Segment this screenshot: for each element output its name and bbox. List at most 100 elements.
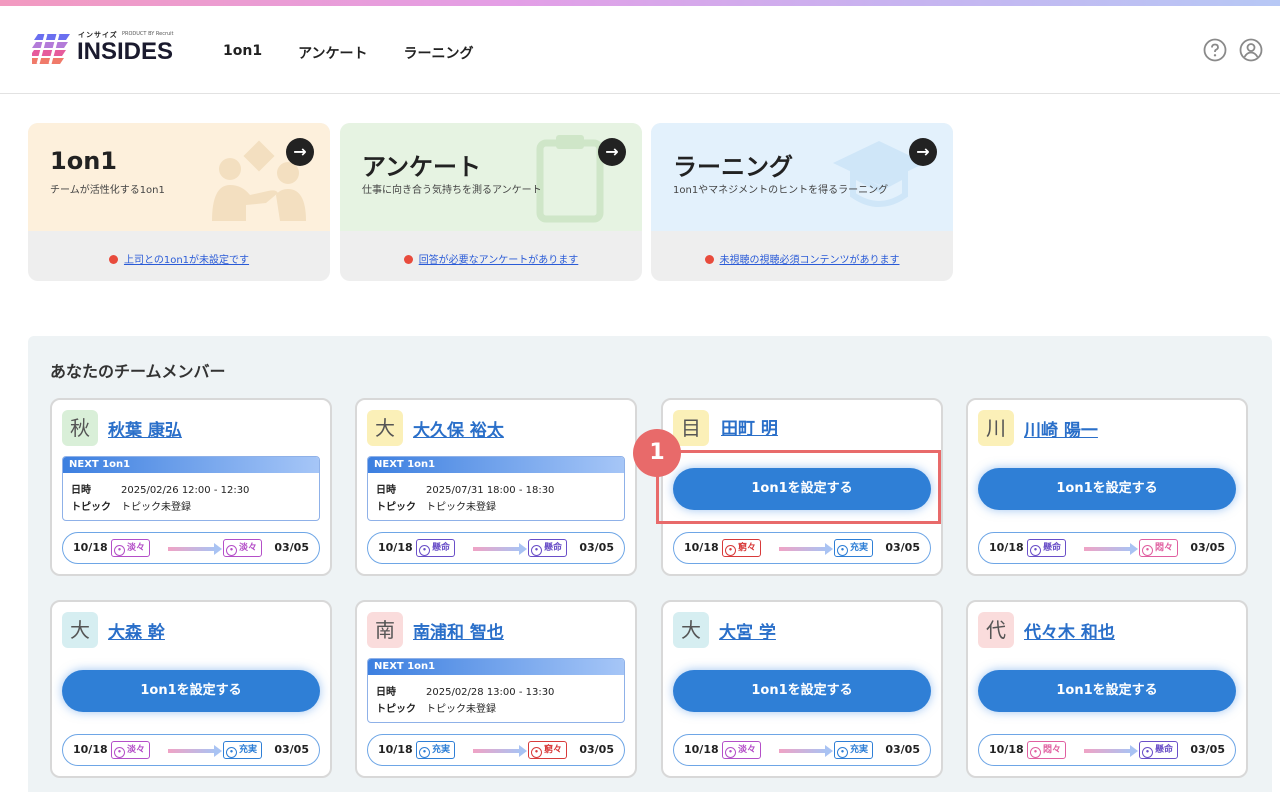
feature-card-body: ラーニング 1on1やマネジメントのヒントを得るラーニング → xyxy=(651,123,953,231)
face-worried-icon: • xyxy=(1030,747,1041,758)
topic-value: トピック未登録 xyxy=(426,704,496,715)
set-1on1-button[interactable]: 1on1を設定する xyxy=(673,670,931,712)
mood-trend[interactable]: 10/18 • 悶々 • 懸命 03/05 xyxy=(978,734,1236,766)
member-name-link[interactable]: 大宮 学 xyxy=(719,618,776,643)
feature-title: 1on1 xyxy=(50,147,117,175)
mood-to-date: 03/05 xyxy=(1190,541,1225,554)
avatar: 代 xyxy=(978,612,1014,648)
feature-notice-link[interactable]: 未視聴の視聴必須コンテンツがあります xyxy=(704,251,900,266)
mood-trend[interactable]: 10/18 • 充実 • 窮々 03/05 xyxy=(367,734,625,766)
member-card: 大 大久保 裕太 NEXT 1on1 日時 2025/07/31 18:00 - … xyxy=(355,398,637,576)
logo-wordmark: INSIDES xyxy=(77,38,174,65)
mood-badge-from: • 淡々 xyxy=(722,741,762,759)
face-smile-icon: • xyxy=(419,545,430,556)
avatar: 目 xyxy=(673,410,709,446)
mood-badge-to: • 悶々 xyxy=(1139,539,1179,557)
next-1on1-box[interactable]: NEXT 1on1 日時 2025/02/28 13:00 - 13:30 トピッ… xyxy=(367,658,625,723)
member-name-link[interactable]: 南浦和 智也 xyxy=(413,618,504,643)
date-label: 日時 xyxy=(376,485,396,496)
feature-card-body: 1on1 チームが活性化する1on1 → xyxy=(28,123,330,231)
trend-arrow-bar xyxy=(1084,749,1132,753)
trend-arrow-icon xyxy=(214,745,222,757)
mood-badge-from: • 懸命 xyxy=(1027,539,1067,557)
next-topic-row: トピック トピック未登録 xyxy=(376,498,496,513)
mood-badge-from: • 充実 xyxy=(416,741,456,759)
member-name-link[interactable]: 大森 幹 xyxy=(108,618,165,643)
set-1on1-button[interactable]: 1on1を設定する xyxy=(62,670,320,712)
mood-from-date: 10/18 xyxy=(989,743,1024,756)
feature-desc: 1on1やマネジメントのヒントを得るラーニング xyxy=(673,185,889,196)
mood-badge-to: • 懸命 xyxy=(528,539,568,557)
mood-badge-to: • 充実 xyxy=(223,741,263,759)
face-smile-icon: • xyxy=(531,545,542,556)
user-circle-icon[interactable] xyxy=(1239,38,1263,62)
mood-trend[interactable]: 10/18 • 淡々 • 充実 03/05 xyxy=(62,734,320,766)
face-neutral-icon: • xyxy=(114,545,125,556)
set-1on1-button[interactable]: 1on1を設定する xyxy=(978,468,1236,510)
face-happy-icon: • xyxy=(419,747,430,758)
trend-arrow-bar xyxy=(168,547,216,551)
next-date-row: 日時 2025/02/26 12:00 - 12:30 xyxy=(71,481,249,496)
nav-survey[interactable]: アンケート xyxy=(298,43,367,63)
feature-card-1on1[interactable]: 1on1 チームが活性化する1on1 → 上司との1on1が未設定です xyxy=(28,123,330,281)
next-1on1-box[interactable]: NEXT 1on1 日時 2025/07/31 18:00 - 18:30 トピッ… xyxy=(367,456,625,521)
highlight-frame xyxy=(656,450,941,524)
main-nav: 1on1 アンケート ラーニング xyxy=(223,43,474,63)
avatar: 南 xyxy=(367,612,403,648)
feature-notice-link[interactable]: 上司との1on1が未設定です xyxy=(108,251,249,266)
member-card: 代 代々木 和也 1on1を設定する 10/18 • 悶々 • 懸命 03/05 xyxy=(966,600,1248,778)
feature-card-survey[interactable]: アンケート 仕事に向き合う気持ちを測るアンケート → 回答が必要なアンケートがあ… xyxy=(340,123,642,281)
member-card: 川 川崎 陽一 1on1を設定する 10/18 • 懸命 • 悶々 03/05 xyxy=(966,398,1248,576)
avatar: 大 xyxy=(367,410,403,446)
feature-notice-link[interactable]: 回答が必要なアンケートがあります xyxy=(403,251,578,266)
mood-badge-from: • 懸命 xyxy=(416,539,456,557)
member-card: 南 南浦和 智也 NEXT 1on1 日時 2025/02/28 13:00 - … xyxy=(355,600,637,778)
trend-arrow-icon xyxy=(825,543,833,555)
face-happy-icon: • xyxy=(837,747,848,758)
arrow-right-icon[interactable]: → xyxy=(286,138,314,166)
trend-arrow-icon xyxy=(1130,745,1138,757)
face-neutral-icon: • xyxy=(725,747,736,758)
face-happy-icon: • xyxy=(837,545,848,556)
mood-badge-from: • 悶々 xyxy=(1027,741,1067,759)
member-name-link[interactable]: 代々木 和也 xyxy=(1024,618,1115,643)
next-1on1-header: NEXT 1on1 xyxy=(368,659,624,675)
member-name-link[interactable]: 田町 明 xyxy=(721,414,778,439)
nav-learning[interactable]: ラーニング xyxy=(404,43,474,63)
arrow-right-icon[interactable]: → xyxy=(909,138,937,166)
feature-notice-area: 回答が必要なアンケートがあります xyxy=(340,235,642,281)
mood-trend[interactable]: 10/18 • 淡々 • 淡々 03/05 xyxy=(62,532,320,564)
help-circle-icon[interactable] xyxy=(1203,38,1227,62)
mood-badge-to: • 懸命 xyxy=(1139,741,1179,759)
next-topic-row: トピック トピック未登録 xyxy=(71,498,191,513)
mood-trend[interactable]: 10/18 • 懸命 • 懸命 03/05 xyxy=(367,532,625,564)
mood-trend[interactable]: 10/18 • 淡々 • 充実 03/05 xyxy=(673,734,931,766)
mood-from-date: 10/18 xyxy=(684,541,719,554)
alert-dot-icon xyxy=(108,255,118,264)
arrow-right-icon[interactable]: → xyxy=(598,138,626,166)
member-name-link[interactable]: 川崎 陽一 xyxy=(1024,416,1098,441)
member-card: 大 大森 幹 1on1を設定する 10/18 • 淡々 • 充実 03/05 xyxy=(50,600,332,778)
set-1on1-button[interactable]: 1on1を設定する xyxy=(978,670,1236,712)
mood-trend[interactable]: 10/18 • 窮々 • 充実 03/05 xyxy=(673,532,931,564)
insides-logo[interactable]: インサイズ PRODUCT BY Recruit INSIDES xyxy=(32,30,182,70)
feature-card-learning[interactable]: ラーニング 1on1やマネジメントのヒントを得るラーニング → 未視聴の視聴必須… xyxy=(651,123,953,281)
mood-trend[interactable]: 10/18 • 懸命 • 悶々 03/05 xyxy=(978,532,1236,564)
face-smile-icon: • xyxy=(1030,545,1041,556)
member-name-link[interactable]: 大久保 裕太 xyxy=(413,416,504,441)
date-label: 日時 xyxy=(376,687,396,698)
avatar: 大 xyxy=(62,612,98,648)
trend-arrow-bar xyxy=(168,749,216,753)
member-name-link[interactable]: 秋葉 康弘 xyxy=(108,416,182,441)
nav-1on1[interactable]: 1on1 xyxy=(223,43,262,63)
mood-from-date: 10/18 xyxy=(989,541,1024,554)
face-worried-icon: • xyxy=(1142,545,1153,556)
mood-to-date: 03/05 xyxy=(579,541,614,554)
feature-desc: 仕事に向き合う気持ちを測るアンケート xyxy=(362,185,542,196)
trend-arrow-icon xyxy=(519,543,527,555)
next-1on1-box[interactable]: NEXT 1on1 日時 2025/02/26 12:00 - 12:30 トピッ… xyxy=(62,456,320,521)
team-members-panel: あなたのチームメンバー 秋 秋葉 康弘 NEXT 1on1 日時 2025/02/… xyxy=(28,336,1272,792)
mood-from-date: 10/18 xyxy=(73,743,108,756)
face-stressed-icon: • xyxy=(531,747,542,758)
mood-badge-to: • 淡々 xyxy=(223,539,263,557)
